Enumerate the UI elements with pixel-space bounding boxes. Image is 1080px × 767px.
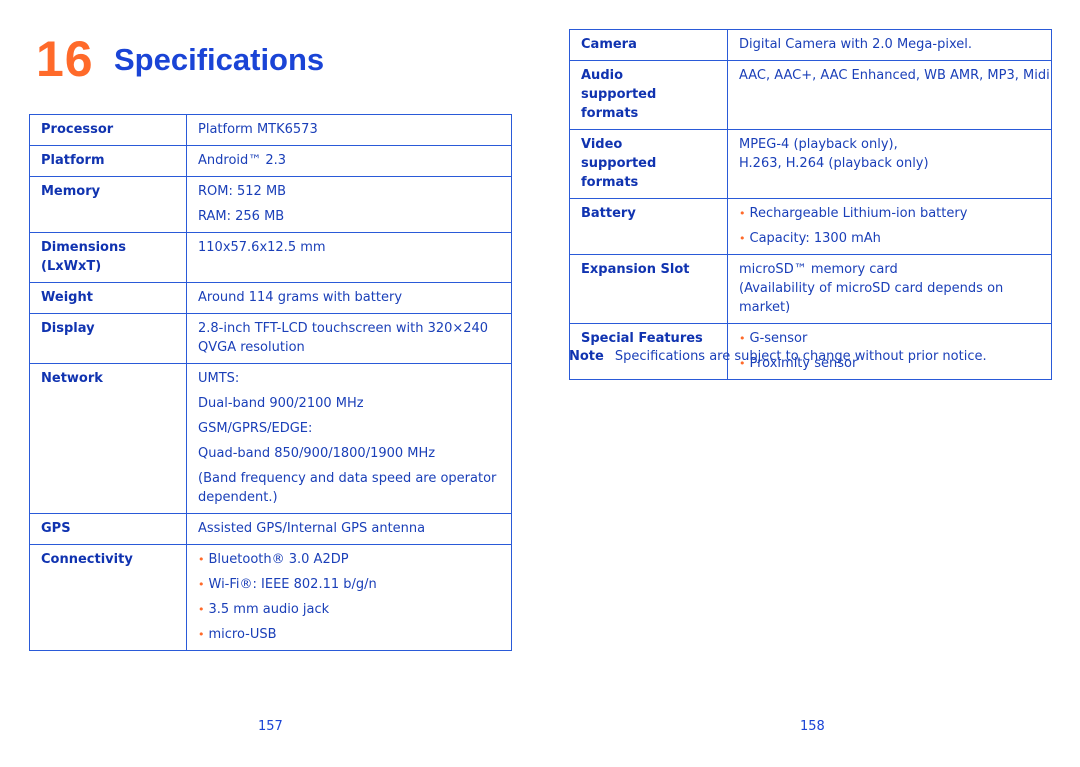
spec-row-weight: Weight Around 114 grams with battery	[29, 282, 512, 314]
value-line: ROM: 512 MB	[198, 184, 287, 199]
bullet-text: G-sensor	[749, 331, 808, 346]
value-line: GSM/GPRS/EDGE:	[198, 421, 313, 436]
spec-value: ROM: 512 MB RAM: 256 MB	[186, 176, 512, 233]
value-line: MPEG-4 (playback only),	[739, 137, 898, 152]
spec-row-display: Display 2.8-inch TFT-LCD touchscreen wit…	[29, 313, 512, 364]
spec-row-audio-formats: Audio supported formats AAC, AAC+, AAC E…	[569, 60, 1052, 130]
value-line: Platform MTK6573	[198, 122, 318, 137]
spec-row-network: Network UMTS: Dual-band 900/2100 MHz GSM…	[29, 363, 512, 514]
value-line: 2.8-inch TFT-LCD touchscreen with 320×24…	[198, 321, 489, 355]
value-line: Around 114 grams with battery	[198, 290, 403, 305]
note-label: Note	[569, 349, 604, 364]
spec-row-processor: Processor Platform MTK6573	[29, 114, 512, 146]
spec-row-battery: Battery • Rechargeable Lithium-ion batter…	[569, 198, 1052, 255]
spec-row-connectivity: Connectivity • Bluetooth® 3.0 A2DP • Wi-Fi…	[29, 544, 512, 651]
value-line: UMTS:	[198, 371, 240, 386]
bullet-text: Capacity: 1300 mAh	[749, 231, 881, 246]
bullet-item: • Rechargeable Lithium-ion battery	[739, 204, 1045, 223]
bullet-item: • micro-USB	[198, 625, 505, 644]
spec-key: Platform	[29, 145, 187, 177]
bullet-text: Rechargeable Lithium-ion battery	[749, 206, 968, 221]
note: Note Specifications are subject to change…	[569, 349, 987, 364]
bullet-icon: •	[739, 332, 746, 345]
value-line: (Band frequency and data speed are opera…	[198, 471, 497, 505]
value-line: RAM: 256 MB	[198, 209, 285, 224]
spec-value: Assisted GPS/Internal GPS antenna	[186, 513, 512, 545]
spec-key: Video supported formats	[569, 129, 728, 199]
value-line: Dual-band 900/2100 MHz	[198, 396, 364, 411]
value-line: Android™ 2.3	[198, 153, 287, 168]
spec-value: 2.8-inch TFT-LCD touchscreen with 320×24…	[186, 313, 512, 364]
spec-row-dimensions: Dimensions (LxWxT) 110x57.6x12.5 mm	[29, 232, 512, 283]
spec-value: 110x57.6x12.5 mm	[186, 232, 512, 283]
bullet-icon: •	[198, 603, 205, 616]
bullet-text: 3.5 mm audio jack	[208, 602, 330, 617]
bullet-text: Bluetooth® 3.0 A2DP	[208, 552, 349, 567]
bullet-icon: •	[198, 578, 205, 591]
spec-key: Memory	[29, 176, 187, 233]
spec-key: Display	[29, 313, 187, 364]
spec-key: Audio supported formats	[569, 60, 728, 130]
chapter-number: 16	[36, 31, 94, 87]
bullet-icon: •	[198, 553, 205, 566]
spec-row-memory: Memory ROM: 512 MB RAM: 256 MB	[29, 176, 512, 233]
page-title: Specifications	[114, 42, 325, 77]
spec-row-expansion-slot: Expansion Slot microSD™ memory card (Ava…	[569, 254, 1052, 324]
bullet-text: Wi-Fi®: IEEE 802.11 b/g/n	[208, 577, 377, 592]
spec-key: Battery	[569, 198, 728, 255]
bullet-item: • Capacity: 1300 mAh	[739, 229, 1045, 248]
page-number-left: 157	[258, 719, 283, 734]
page-number-right: 158	[800, 719, 825, 734]
spec-value: Android™ 2.3	[186, 145, 512, 177]
value-line: (Availability of microSD card depends on…	[739, 281, 1004, 315]
spec-value: microSD™ memory card (Availability of mi…	[727, 254, 1052, 324]
bullet-item: • Wi-Fi®: IEEE 802.11 b/g/n	[198, 575, 505, 594]
value-line: AAC, AAC+, AAC Enhanced, WB AMR, MP3, Mi…	[739, 68, 1050, 83]
spec-row-platform: Platform Android™ 2.3	[29, 145, 512, 177]
spec-row-video-formats: Video supported formats MPEG-4 (playback…	[569, 129, 1052, 199]
value-line: H.263, H.264 (playback only)	[739, 156, 929, 171]
value-line: Quad-band 850/900/1800/1900 MHz	[198, 446, 436, 461]
bullet-icon: •	[198, 628, 205, 641]
value-line: Assisted GPS/Internal GPS antenna	[198, 521, 426, 536]
bullet-icon: •	[739, 232, 746, 245]
spec-row-camera: Camera Digital Camera with 2.0 Mega-pixe…	[569, 29, 1052, 61]
spec-key: Connectivity	[29, 544, 187, 651]
spec-value: MPEG-4 (playback only), H.263, H.264 (pl…	[727, 129, 1052, 199]
bullet-icon: •	[739, 207, 746, 220]
spec-value: UMTS: Dual-band 900/2100 MHz GSM/GPRS/ED…	[186, 363, 512, 514]
spec-row-gps: GPS Assisted GPS/Internal GPS antenna	[29, 513, 512, 545]
spec-value: Around 114 grams with battery	[186, 282, 512, 314]
bullet-text: micro-USB	[208, 627, 277, 642]
bullet-item: • Bluetooth® 3.0 A2DP	[198, 550, 505, 569]
bullet-item: • G-sensor	[739, 329, 1045, 348]
spec-value: • Rechargeable Lithium-ion battery • Capac…	[727, 198, 1052, 255]
spec-key: Expansion Slot	[569, 254, 728, 324]
bullet-item: • 3.5 mm audio jack	[198, 600, 505, 619]
spec-key: Weight	[29, 282, 187, 314]
spec-value: Platform MTK6573	[186, 114, 512, 146]
spec-key: GPS	[29, 513, 187, 545]
note-text: Specifications are subject to change wit…	[614, 349, 987, 364]
value-line: 110x57.6x12.5 mm	[198, 240, 326, 255]
value-line: Digital Camera with 2.0 Mega-pixel.	[739, 37, 972, 52]
spec-key: Camera	[569, 29, 728, 61]
spec-key: Network	[29, 363, 187, 514]
spec-table-left: Processor Platform MTK6573 Platform Andr…	[29, 114, 512, 651]
spec-value: Digital Camera with 2.0 Mega-pixel.	[727, 29, 1052, 61]
spec-table-right: Camera Digital Camera with 2.0 Mega-pixe…	[569, 29, 1052, 380]
spec-value: AAC, AAC+, AAC Enhanced, WB AMR, MP3, Mi…	[727, 60, 1052, 130]
spec-key: Processor	[29, 114, 187, 146]
value-line: microSD™ memory card	[739, 262, 898, 277]
spec-key: Dimensions (LxWxT)	[29, 232, 187, 283]
spec-value: • Bluetooth® 3.0 A2DP • Wi-Fi®: IEEE 802.1…	[186, 544, 512, 651]
